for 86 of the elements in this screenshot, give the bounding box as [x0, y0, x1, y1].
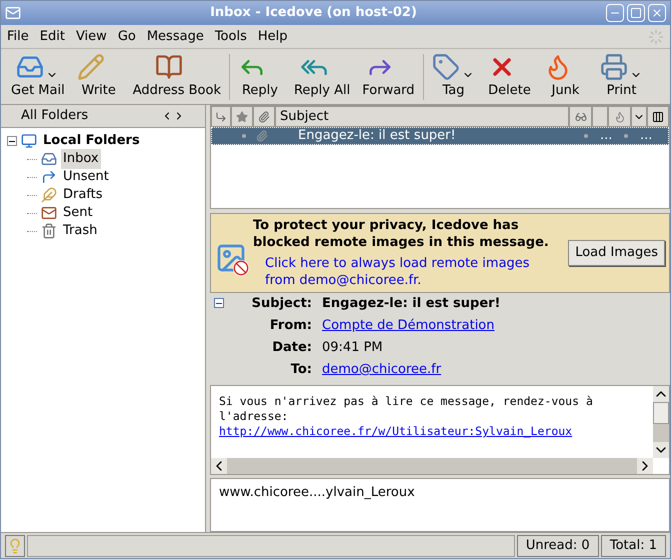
columns-icon	[652, 110, 664, 122]
close-button[interactable]	[648, 4, 666, 22]
maximize-button[interactable]	[627, 4, 645, 22]
scroll-down-icon[interactable]	[653, 442, 669, 458]
thread-icon	[215, 110, 227, 122]
unread-count: Unread: 0	[516, 534, 599, 556]
glasses-icon	[574, 110, 586, 122]
header-value[interactable]: Compte de Démonstration	[322, 317, 500, 339]
column-dropdown[interactable]	[631, 106, 647, 127]
subject-column-header[interactable]: Subject	[275, 106, 569, 127]
body-text: Si vous n'arrivez pas à lire ce message, rendez-vous à	[219, 394, 593, 409]
total-count: Total: 1	[600, 534, 666, 556]
collapse-toggle[interactable]	[7, 136, 17, 146]
scroll-up-icon[interactable]	[653, 386, 669, 402]
tag-icon	[432, 52, 460, 81]
blocked-image-icon	[215, 242, 249, 276]
toolbar-button[interactable]: Reply All	[288, 50, 356, 102]
toolbar-button[interactable]: Junk	[538, 50, 594, 102]
folder-item[interactable]: Inbox	[61, 149, 101, 169]
toolbar-button[interactable]: Tag	[426, 50, 482, 102]
menu-item[interactable]: Message	[146, 26, 204, 46]
header-value[interactable]: demo@chicoree.fr	[322, 361, 500, 383]
thread-column-header[interactable]	[211, 106, 231, 127]
toolbar-button[interactable]: Delete	[482, 50, 538, 102]
toolbar-button[interactable]: Print	[594, 50, 650, 102]
header-label: Subject:	[250, 295, 312, 313]
minimize-button[interactable]	[606, 4, 624, 22]
envelope-icon	[41, 205, 57, 221]
attachment-column-header[interactable]	[253, 106, 275, 127]
row-cell-text: ...	[600, 127, 614, 146]
pencil-icon	[76, 52, 105, 81]
body-link[interactable]: http://www.chicoree.fr/w/Utilisateur:Sylvain_Leroux	[219, 424, 572, 439]
folder-item[interactable]: Trash	[61, 221, 100, 241]
flame-icon	[614, 110, 626, 122]
menu-item[interactable]: Tools	[214, 26, 247, 46]
scroll-left-icon[interactable]	[211, 458, 227, 474]
load-images-button[interactable]: Load Images	[568, 240, 665, 266]
computer-icon	[21, 133, 37, 149]
window-title: Inbox - Icedove (on host-02)	[209, 4, 418, 22]
trash-icon	[41, 223, 57, 239]
folder-item[interactable]: Sent	[61, 203, 95, 223]
link-preview: www.chicoree....ylvain_Leroux	[219, 485, 415, 500]
folder-pane-header[interactable]: All Folders	[21, 106, 88, 126]
menu-item[interactable]: Go	[118, 26, 136, 46]
header-label: To:	[290, 361, 312, 379]
book-icon	[154, 52, 183, 81]
toolbar-button[interactable]: Reply	[232, 50, 288, 102]
activity-icon	[648, 28, 664, 44]
folder-item[interactable]: Local Folders	[41, 131, 142, 151]
star-column-header[interactable]	[231, 106, 253, 127]
header-label: From:	[268, 317, 312, 335]
menu-item[interactable]: Help	[258, 26, 288, 46]
arrow-icon	[41, 169, 57, 185]
privacy-message: To protect your privacy, Icedove has blocked remote images in this message.	[253, 217, 550, 251]
menu-item[interactable]: View	[76, 26, 107, 46]
vertical-scrollbar[interactable]	[653, 386, 669, 458]
body-text: l'adresse:	[219, 409, 288, 424]
always-load-link[interactable]: Click here to always load remote images from demo@chicoree.fr.	[253, 255, 564, 289]
maximize-icon	[630, 7, 642, 19]
toolbar-button[interactable]: Get Mail	[5, 50, 71, 102]
header-label: Date:	[271, 339, 312, 357]
attachment-icon	[256, 130, 268, 142]
toolbar-button[interactable]: Write	[70, 50, 127, 102]
app-icon	[5, 5, 21, 21]
row-cell-text: ...	[640, 127, 654, 146]
feather-icon	[41, 187, 57, 203]
star-icon	[236, 110, 248, 122]
horizontal-scrollbar[interactable]	[211, 458, 653, 474]
tray-icon	[41, 151, 57, 167]
header-value: 09:41 PM	[322, 339, 384, 357]
folder-item[interactable]: Drafts	[61, 185, 105, 205]
header-value: Engagez-le: il est super!	[322, 295, 500, 313]
collapse-headers-toggle[interactable]	[214, 298, 224, 308]
read-column-header[interactable]	[569, 106, 592, 127]
folder-item[interactable]: Unsent	[61, 167, 111, 187]
menu-item[interactable]: Edit	[40, 26, 65, 46]
close-icon	[651, 7, 663, 19]
printer-icon	[600, 52, 628, 81]
paperclip-icon	[258, 110, 270, 122]
scroll-right-icon[interactable]	[637, 458, 653, 474]
message-row[interactable]: Engagez-le: il est super! ... ...	[211, 127, 669, 145]
toolbar-button[interactable]: Forward	[356, 50, 421, 102]
message-subject: Engagez-le: il est super!	[297, 127, 457, 146]
menu-item[interactable]: File	[7, 26, 29, 46]
column-picker[interactable]	[647, 106, 669, 127]
toolbar-button[interactable]: Address Book	[126, 50, 227, 102]
